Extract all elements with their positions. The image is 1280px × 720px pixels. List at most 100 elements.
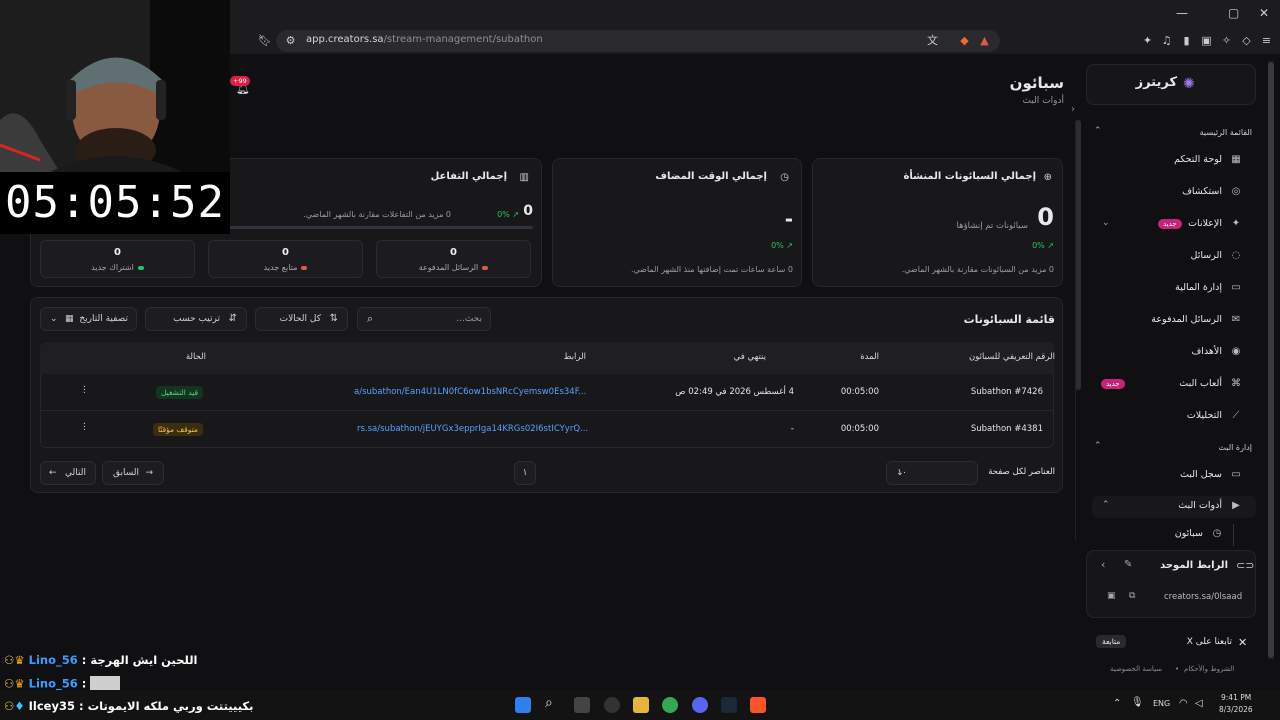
legend-dot xyxy=(301,265,308,270)
analytics-icon: ⟋ xyxy=(1232,410,1240,421)
scrollbar-thumb[interactable] xyxy=(1268,62,1274,658)
music-icon[interactable]: ♫ xyxy=(1160,34,1173,47)
volume-icon[interactable]: ◁ xyxy=(1195,698,1203,709)
sidebar-item-stream-log[interactable]: ▭ سجل البث xyxy=(1092,465,1256,487)
qr-code-icon[interactable]: ▣ xyxy=(1107,591,1116,601)
brave-icon[interactable] xyxy=(750,697,766,713)
chevron-up-icon[interactable]: ⌃ xyxy=(1094,441,1102,451)
url-text[interactable]: app.creators.sa/stream-management/subath… xyxy=(306,34,543,45)
stat-box-subscription: 0 اشتراك جديد xyxy=(40,240,195,278)
prev-label: السابق xyxy=(112,468,139,478)
chat-text: اللحين ايش الهرجة : xyxy=(81,653,198,667)
crown-icon: ♛ xyxy=(14,676,25,691)
brave-shield-icon[interactable]: ◆ xyxy=(958,34,971,47)
close-icon[interactable]: ✕ xyxy=(1259,6,1269,20)
menu-icon[interactable]: ≡ xyxy=(1260,34,1273,47)
chrome-icon[interactable] xyxy=(662,697,678,713)
language-indicator[interactable]: ENG xyxy=(1153,699,1170,708)
github-icon[interactable] xyxy=(604,697,620,713)
wallet-icon[interactable]: ▣ xyxy=(1200,34,1213,47)
terms-link[interactable]: الشروط والأحكام xyxy=(1184,665,1234,673)
status-filter-label: كل الحالات xyxy=(279,314,321,324)
unified-link-url[interactable]: creators.sa/0lsaad xyxy=(1164,592,1242,602)
row-menu-icon[interactable]: ⋮ xyxy=(80,385,89,395)
prev-page-button[interactable]: → السابق xyxy=(102,461,164,485)
chat-icon: ◌ xyxy=(1231,250,1241,261)
extensions-icon[interactable]: ✦ xyxy=(1141,34,1154,47)
privacy-link[interactable]: سياسة الخصوصية xyxy=(1110,665,1162,673)
chat-message: ⚇♦ Ilcey35 بكيييتتت وربي ملكه الايموتات … xyxy=(4,699,253,713)
stat-box-paid: 0 الرسائل المدفوعة xyxy=(376,240,531,278)
next-label: التالي xyxy=(65,468,86,478)
sidebar-item-label: سجل البث xyxy=(1179,469,1222,480)
stat-box-label: اشتراك جديد xyxy=(41,263,194,272)
search-icon[interactable]: ⌕ xyxy=(545,695,553,711)
sidebar-item-finance[interactable]: ▭ إدارة المالية xyxy=(1092,278,1256,300)
search-input[interactable]: ⌕ بحث... xyxy=(357,307,491,331)
chevron-left-icon[interactable]: ‹ xyxy=(1101,558,1105,571)
windows-start-icon[interactable] xyxy=(515,697,531,713)
clock-time[interactable]: 9:41 PM xyxy=(1221,693,1251,702)
chevron-up-icon[interactable]: ⌃ xyxy=(1113,698,1121,709)
row-link[interactable]: rs.sa/subathon/jEUYGx3epprIga14KRGs02I6s… xyxy=(357,424,588,434)
sidebar-item-ads[interactable]: ⌄ ✦ الإعلانات جديد xyxy=(1092,214,1256,236)
translate-icon[interactable]: 文 xyxy=(926,34,939,47)
bookmark-icon[interactable]: 🔖︎ xyxy=(258,34,272,47)
row-menu-icon[interactable]: ⋮ xyxy=(80,422,89,432)
leo-icon[interactable]: ✧ xyxy=(1220,34,1233,47)
search-icon: ⌕ xyxy=(367,312,374,325)
steam-icon[interactable] xyxy=(721,697,737,713)
collapse-sidebar-icon[interactable]: › xyxy=(1071,104,1075,115)
stream-timer: 05:05:52 xyxy=(0,172,230,234)
legend-dot xyxy=(482,265,489,270)
sidebar-icon[interactable]: ▮ xyxy=(1180,34,1193,47)
brave-rewards-icon[interactable]: ▲ xyxy=(978,34,991,47)
maximize-icon[interactable]: ▢ xyxy=(1228,6,1239,20)
address-bar[interactable]: ⚙ app.creators.sa/stream-management/suba… xyxy=(276,30,1000,52)
edit-icon[interactable]: ✎ xyxy=(1124,559,1132,570)
sidebar-item-explore[interactable]: ◎ استكشاف xyxy=(1092,182,1256,204)
page-number[interactable]: ١ xyxy=(514,461,536,485)
sidebar-item-goals[interactable]: ◉ الأهداف xyxy=(1092,342,1256,364)
stat-box-label: الرسائل المدفوعة xyxy=(377,263,530,272)
minimize-icon[interactable]: — xyxy=(1176,6,1188,20)
microphone-icon[interactable]: 🎙︎ xyxy=(1131,697,1144,708)
follow-button[interactable]: متابعة xyxy=(1096,635,1127,648)
row-ends: 4 أغسطس 2026 في 02:49 ص xyxy=(675,387,794,397)
chevron-up-icon[interactable]: ⌃ xyxy=(1094,126,1102,136)
stat-box-follower: 0 متابع جديد xyxy=(208,240,363,278)
stat-change: 0% ↗ xyxy=(1032,241,1054,250)
section-title-main: القائمة الرئيسية xyxy=(1199,128,1252,137)
wifi-icon[interactable]: ◠ xyxy=(1179,698,1188,709)
clock-date[interactable]: 8/3/2026 xyxy=(1219,705,1253,714)
discord-icon[interactable] xyxy=(692,697,708,713)
stat-card-time: ◷ إجمالي الوقت المضاف - 0% ↗ 0 ساعة ساعا… xyxy=(552,158,802,287)
content-scrollbar-thumb[interactable] xyxy=(1076,120,1081,390)
per-page-select[interactable]: ⌄ ١٠ xyxy=(886,461,978,485)
site-settings-icon[interactable]: ⚙ xyxy=(284,34,297,47)
store-icon[interactable] xyxy=(574,697,590,713)
sidebar-item-subathon[interactable]: ◷ سبائون xyxy=(1092,524,1234,546)
globe-icon: ⊕ xyxy=(1043,172,1052,183)
scrollbar-track[interactable] xyxy=(1268,60,1274,660)
next-page-button[interactable]: ← التالي xyxy=(40,461,96,485)
copy-icon[interactable]: ⧉ xyxy=(1129,591,1135,601)
sort-button[interactable]: ⇵ ترتيب حسب xyxy=(145,307,247,331)
link-icon: ⊂⊃ xyxy=(1236,559,1255,572)
sidebar-item-paid-messages[interactable]: ✉ الرسائل المدفوعة xyxy=(1092,310,1256,332)
sidebar-item-label: التحليلات xyxy=(1186,410,1222,421)
follow-x-text: تابعنا على X xyxy=(1186,637,1232,647)
tools-icon: ▶ xyxy=(1232,500,1240,511)
sidebar-item-messages[interactable]: ◌ الرسائل xyxy=(1092,246,1256,268)
sidebar-item-label: سبائون xyxy=(1174,528,1203,539)
folder-icon[interactable] xyxy=(633,697,649,713)
sidebar-item-dashboard[interactable]: ▦ لوحة التحكم xyxy=(1092,150,1256,172)
row-link[interactable]: a/subathon/Ean4U1LN0fC6ow1bsNRcCyemsw0Es… xyxy=(354,387,586,397)
status-filter-button[interactable]: ⇅ كل الحالات xyxy=(255,307,348,331)
unified-link-title: الرابط الموحد xyxy=(1160,560,1228,571)
vpn-icon[interactable]: ◇ xyxy=(1240,34,1253,47)
date-filter-button[interactable]: ⌄ ▦ تصفية التاريخ xyxy=(40,307,137,331)
sidebar-item-stream-games[interactable]: ⌘ ألعاب البث جديد xyxy=(1092,374,1256,396)
sidebar-item-stream-tools[interactable]: ⌃ ▶ أدوات البث xyxy=(1092,496,1256,518)
sidebar-item-analytics[interactable]: ⟋ التحليلات xyxy=(1092,406,1256,428)
